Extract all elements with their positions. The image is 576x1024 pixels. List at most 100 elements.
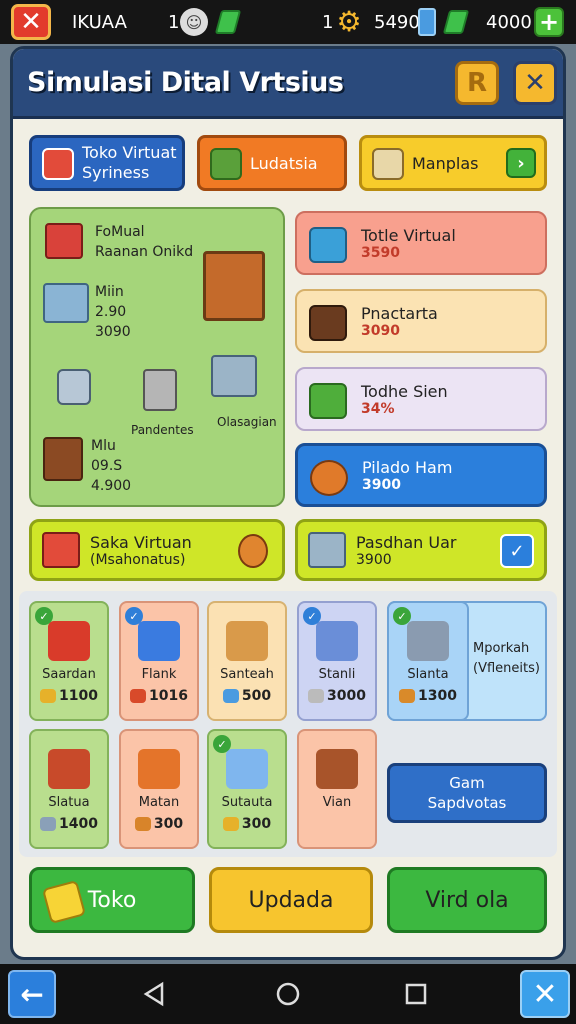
machine-icon — [143, 369, 177, 411]
ticket-icon — [41, 879, 87, 925]
tab-label: Toko Virtuat — [82, 143, 177, 162]
stat-title: Pilado Ham — [362, 457, 453, 477]
face-icon: ☺ — [180, 8, 208, 36]
exit-button[interactable]: ✕ — [11, 4, 51, 40]
stat-value: 3090 — [361, 322, 400, 339]
stat-card[interactable]: Pnactarta 3090 — [295, 289, 547, 353]
item-tile[interactable]: Santeah 500 — [207, 601, 287, 721]
stat-value: 34% — [361, 400, 395, 417]
add-currency-button[interactable]: + — [534, 7, 564, 37]
stat-title: Todhe Sien — [361, 381, 448, 401]
banner-virtual[interactable]: Saka Virtuan (Msahonatus) — [29, 519, 285, 581]
gem-icon-2 — [442, 10, 470, 34]
tile-label: Sutauta — [221, 795, 273, 810]
item-tile[interactable]: Slatua 1400 — [29, 729, 109, 849]
coin-icon — [399, 689, 416, 703]
plant-icon — [210, 148, 242, 180]
stat-card[interactable]: Pilado Ham 3900 — [295, 443, 547, 507]
stat-value: 3590 — [361, 244, 400, 261]
item-tile[interactable]: ✓ Saardan 1100 — [29, 601, 109, 721]
upgrade-action-button[interactable]: Gam Sapdvotas — [387, 763, 547, 823]
lawnmower-icon — [48, 621, 90, 661]
item-value: 2.90 — [95, 304, 127, 320]
item-name: Miin — [95, 284, 124, 300]
machine-icon — [226, 749, 268, 789]
fridge-icon — [407, 621, 449, 661]
overview-subtitle: Raanan Onikd — [95, 244, 194, 260]
coin-icon — [130, 689, 147, 703]
blocks-icon — [138, 621, 180, 661]
price-value: 3000 — [327, 688, 366, 704]
price-value: 300 — [241, 816, 272, 832]
banner-pasdhan[interactable]: Pasdhan Uar 3900 ✓ — [295, 519, 547, 581]
arrow-left-icon: ← — [20, 977, 44, 1011]
coin-count: 5490 — [374, 12, 420, 33]
check-icon[interactable]: ✓ — [500, 534, 534, 568]
store-icon — [45, 223, 83, 259]
virtual-button[interactable]: Vird ola — [387, 867, 547, 933]
counter-icon — [316, 749, 358, 789]
stat-card[interactable]: Todhe Sien 34% — [295, 367, 547, 431]
item-value: 3090 — [95, 324, 131, 340]
item-tile[interactable]: ✓ Flank 1016 — [119, 601, 199, 721]
panel-header: Simulasi Dital Vrtsius R ✕ — [13, 49, 563, 119]
coin-icon — [40, 689, 57, 703]
tile-price: 1016 — [130, 688, 188, 704]
action-line1: Gam — [449, 774, 485, 792]
cart-icon — [308, 532, 346, 568]
bag-icon — [372, 148, 404, 180]
register-icon — [57, 369, 91, 405]
item-tile[interactable]: Matan 300 — [119, 729, 199, 849]
gem-icon — [214, 10, 242, 34]
stat-title: Totle Virtual — [361, 225, 456, 245]
close-panel-button[interactable]: ✕ — [513, 61, 557, 105]
tab-ludatsia[interactable]: Ludatsia — [197, 135, 347, 191]
tab-toko-virtual[interactable]: Toko Virtuat Syriness — [29, 135, 185, 191]
chevron-right-icon[interactable]: › — [506, 148, 536, 178]
close-button[interactable]: ✕ — [520, 970, 570, 1018]
item-value: 4.900 — [91, 478, 132, 494]
price-value: 1300 — [418, 688, 457, 704]
player-name: IKUAA — [72, 12, 127, 33]
overview-title: FoMual — [95, 224, 145, 240]
nav-recents-icon[interactable] — [402, 980, 430, 1008]
table-icon — [316, 621, 358, 661]
item-name: Mlu — [91, 438, 116, 454]
tab-label: Manplas — [412, 153, 479, 173]
nav-home-icon[interactable] — [274, 980, 302, 1008]
stat-title: Pnactarta — [361, 303, 438, 323]
status-bar: ✕ IKUAA 1 ☺ 1 ⚙ 5490 4000 + — [0, 0, 576, 44]
price-value: 1016 — [149, 688, 188, 704]
potion-icon — [238, 534, 268, 568]
item-tile[interactable]: ✓ Slanta 1300 — [387, 601, 469, 721]
check-badge-icon: ✓ — [125, 607, 143, 625]
back-arrow-button[interactable]: ← — [8, 970, 56, 1018]
stat-card[interactable]: Totle Virtual 3590 — [295, 211, 547, 275]
coin-icon — [308, 689, 325, 703]
tile-label: Slatua — [48, 795, 90, 810]
nav-back-icon[interactable] — [140, 980, 168, 1008]
stat-value: 3900 — [362, 476, 401, 493]
cylinders-icon — [138, 749, 180, 789]
tile-label: Flank — [141, 667, 177, 682]
item-tile[interactable]: Vian — [297, 729, 377, 849]
tab-sublabel: Syriness — [82, 163, 150, 182]
item-tile[interactable]: ✓ Sutauta 300 — [207, 729, 287, 849]
r-button[interactable]: R — [455, 61, 499, 105]
item-tile[interactable]: ✓ Stanli 3000 — [297, 601, 377, 721]
count-2: 1 — [322, 12, 334, 33]
tile-price: 500 — [222, 688, 272, 704]
close-icon: ✕ — [532, 976, 558, 1012]
tab-manplas[interactable]: Manplas › — [359, 135, 547, 191]
price-value: 500 — [241, 688, 272, 704]
main-panel: Simulasi Dital Vrtsius R ✕ Toko Virtuat … — [10, 46, 566, 960]
tile-price: 3000 — [308, 688, 366, 704]
tile-label: Slanta — [407, 667, 449, 682]
tile-label: Stanli — [318, 667, 356, 682]
cube-icon — [309, 227, 347, 263]
update-button[interactable]: Updada — [209, 867, 373, 933]
tile-label: Saardan — [42, 667, 96, 682]
toko-button[interactable]: Toko — [29, 867, 195, 933]
tile-label: Matan — [138, 795, 180, 810]
cart-icon-2 — [211, 355, 257, 397]
